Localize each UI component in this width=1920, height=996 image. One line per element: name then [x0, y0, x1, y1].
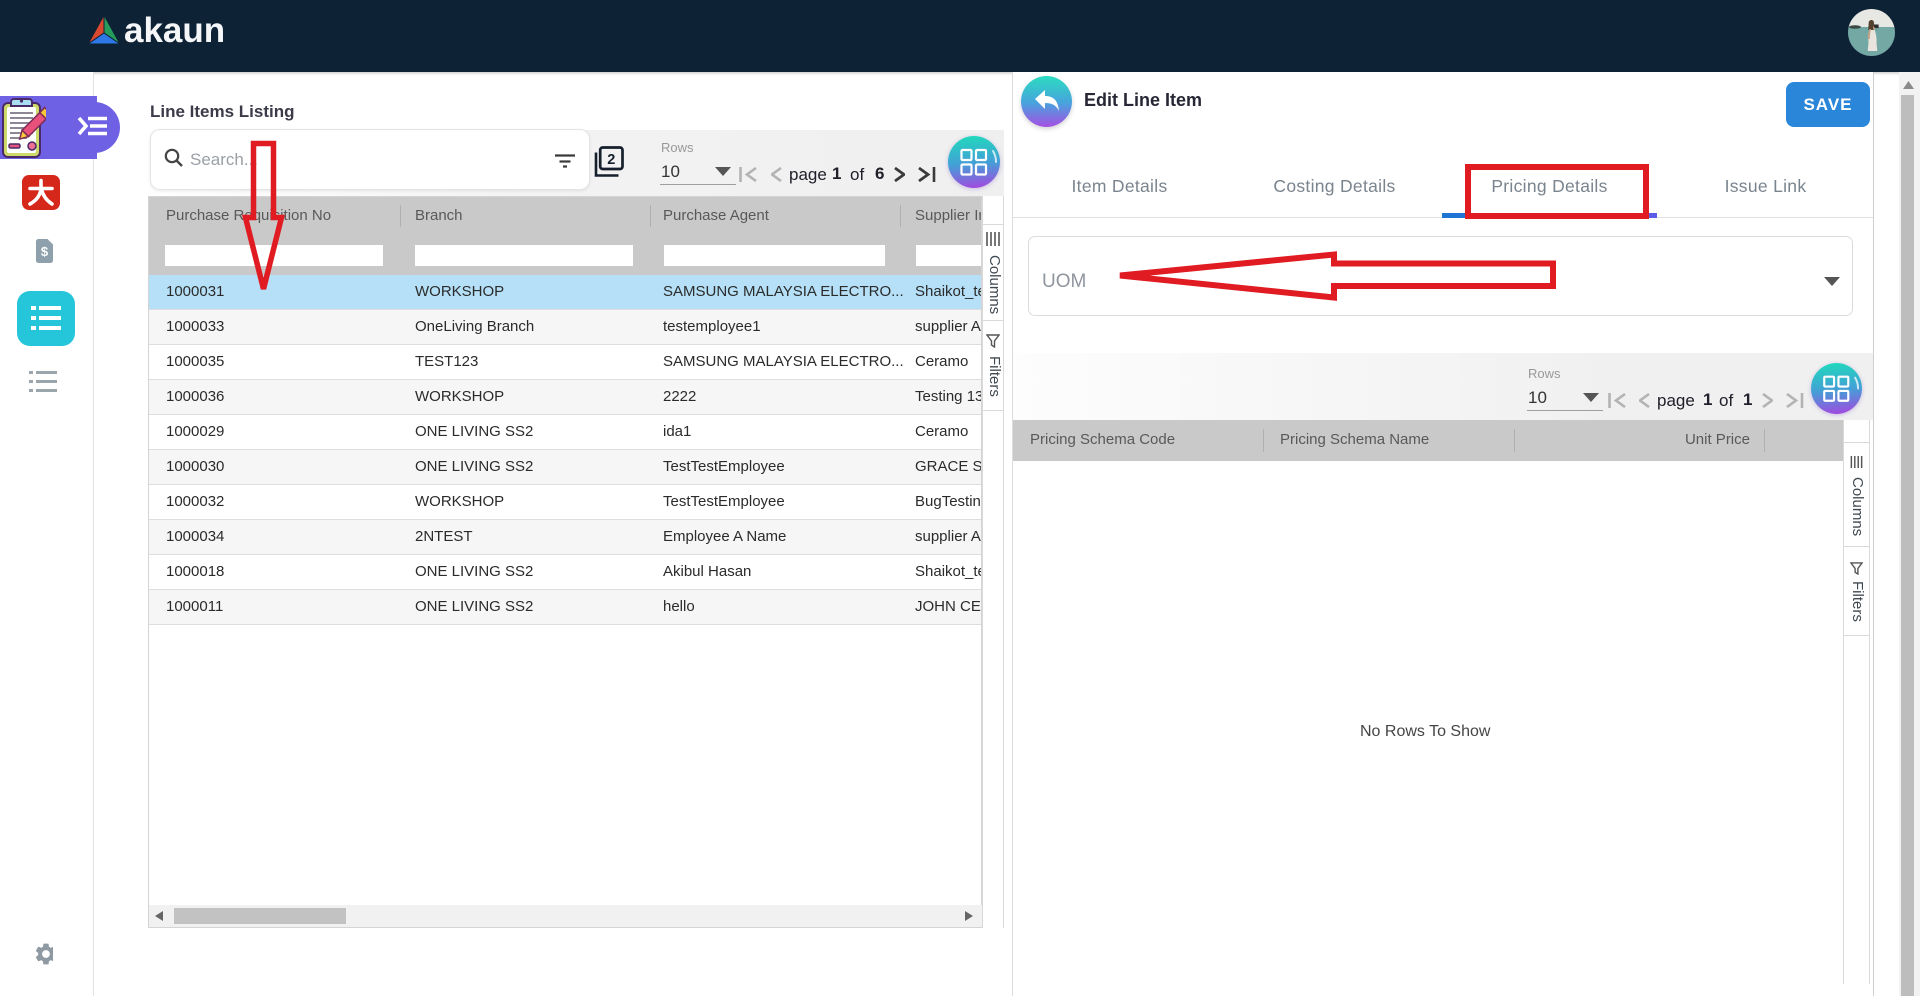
- svg-text:$: $: [41, 244, 49, 259]
- svg-text:2: 2: [607, 152, 615, 168]
